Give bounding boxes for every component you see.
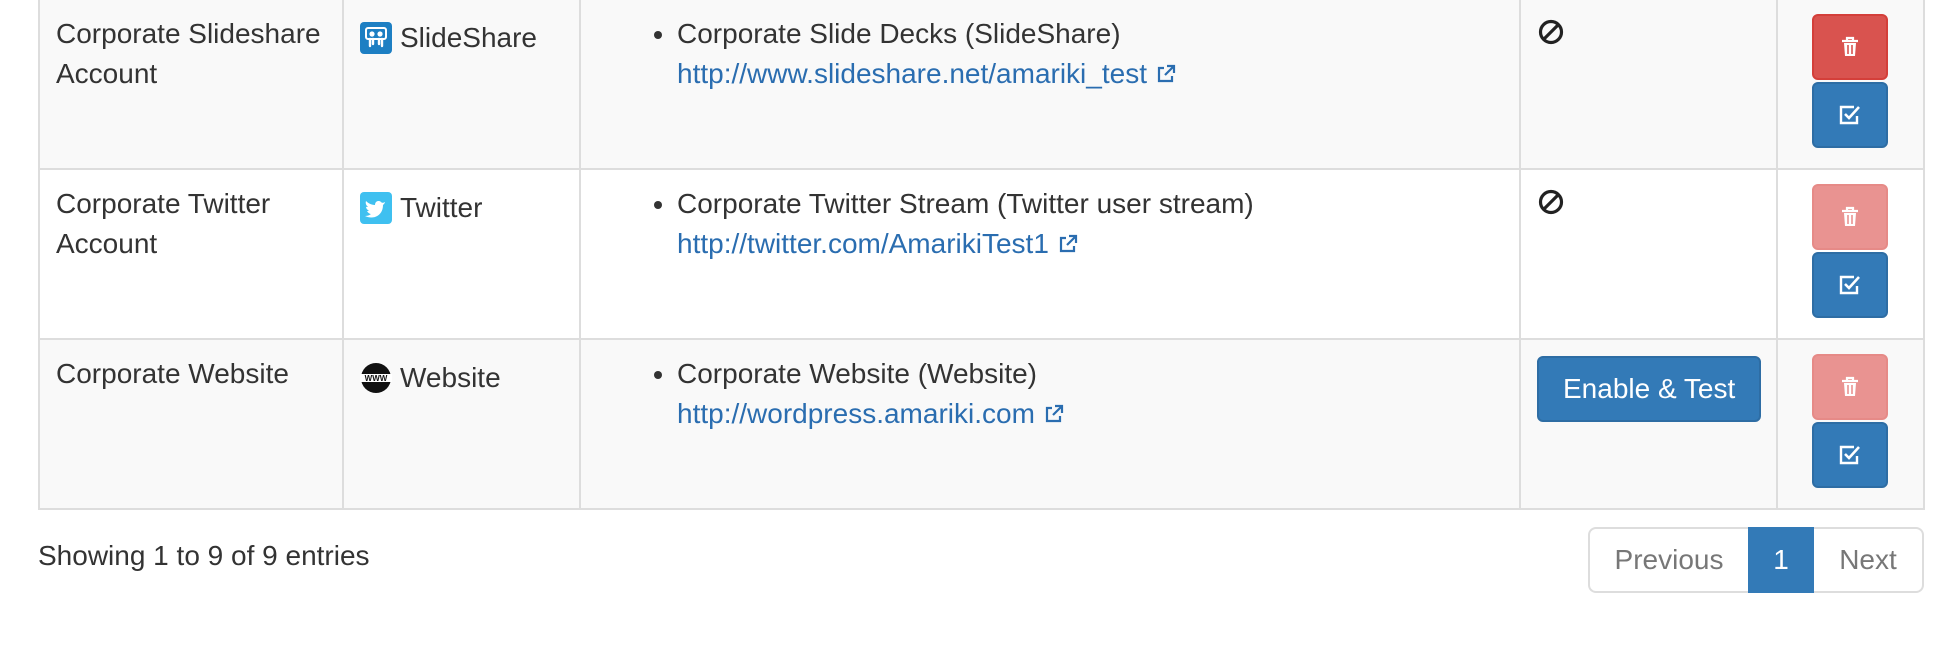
table-row: Corporate Website WWW Website Corporate …	[38, 338, 1925, 510]
disabled-icon	[1538, 19, 1564, 45]
check-square-icon	[1839, 275, 1860, 295]
previous-page-button[interactable]: Previous	[1588, 527, 1748, 593]
list-item: Corporate Twitter Stream (Twitter user s…	[677, 184, 1519, 264]
trash-icon	[1842, 376, 1858, 396]
list-item: Corporate Slide Decks (SlideShare) http:…	[677, 14, 1519, 94]
external-link-icon	[1045, 404, 1063, 423]
slideshare-icon	[360, 22, 392, 54]
delete-button[interactable]	[1812, 354, 1888, 420]
channel-name: Corporate Slideshare Account	[56, 18, 321, 89]
next-page-button[interactable]: Next	[1814, 527, 1924, 593]
pagination: Previous 1 Next	[1588, 527, 1924, 593]
enable-test-button[interactable]: Enable & Test	[1537, 356, 1762, 422]
feed-link[interactable]: http://www.slideshare.net/amariki_test	[677, 58, 1177, 89]
delete-button[interactable]	[1812, 184, 1888, 250]
check-square-icon	[1839, 445, 1860, 465]
external-link-icon	[1157, 64, 1176, 83]
page-1-button[interactable]: 1	[1748, 527, 1814, 593]
delete-button[interactable]	[1812, 14, 1888, 80]
feed-link[interactable]: http://twitter.com/AmarikiTest1	[677, 228, 1079, 259]
svg-text:WWW: WWW	[365, 374, 388, 383]
channel-type-label: Website	[400, 362, 501, 393]
table-row: Corporate Twitter Account Twitter Corpor…	[38, 168, 1925, 340]
channels-table: Corporate Slideshare Account SlideShare …	[38, 0, 1925, 510]
www-icon: WWW	[360, 362, 392, 394]
channel-type-label: SlideShare	[400, 22, 537, 53]
edit-button[interactable]	[1812, 422, 1888, 488]
trash-icon	[1842, 36, 1858, 56]
external-link-icon	[1059, 234, 1077, 253]
table-info: Showing 1 to 9 of 9 entries	[38, 540, 370, 571]
check-square-icon	[1839, 105, 1860, 125]
twitter-icon	[360, 192, 392, 224]
trash-icon	[1842, 206, 1858, 226]
list-item: Corporate Website (Website) http://wordp…	[677, 354, 1519, 434]
disabled-icon	[1538, 189, 1564, 215]
channel-name: Corporate Twitter Account	[56, 188, 271, 259]
feed-link[interactable]: http://wordpress.amariki.com	[677, 398, 1065, 429]
channel-type-label: Twitter	[400, 192, 483, 223]
feed-title: Corporate Website (Website)	[677, 358, 1037, 389]
edit-button[interactable]	[1812, 252, 1888, 318]
content-area: Corporate Slideshare Account SlideShare …	[0, 0, 1952, 656]
feed-title: Corporate Twitter Stream (Twitter user s…	[677, 188, 1254, 219]
channel-name: Corporate Website	[56, 358, 289, 389]
edit-button[interactable]	[1812, 82, 1888, 148]
table-row: Corporate Slideshare Account SlideShare …	[38, 0, 1925, 170]
feed-title: Corporate Slide Decks (SlideShare)	[677, 18, 1121, 49]
